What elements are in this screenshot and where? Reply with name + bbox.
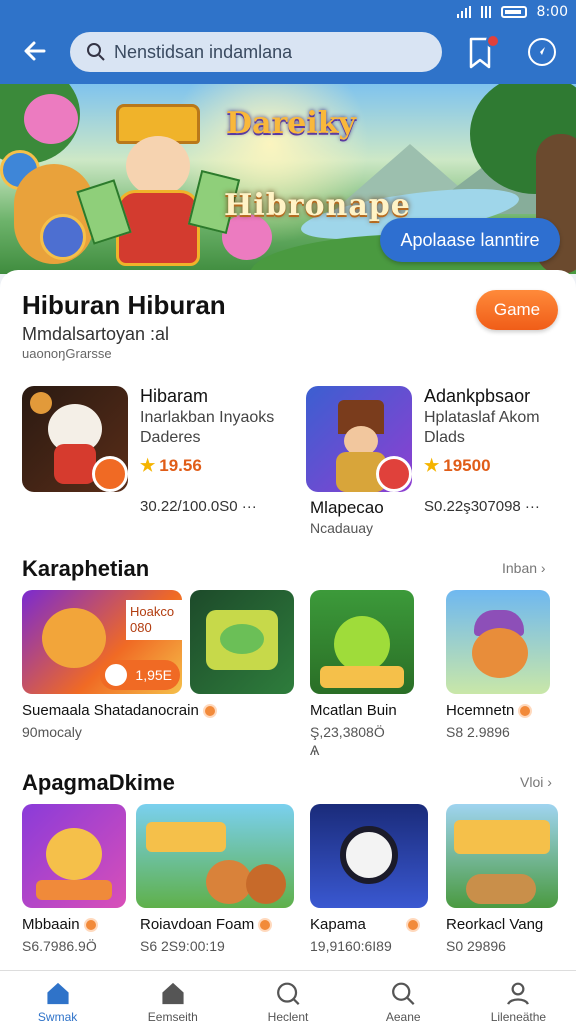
- featured-app-desc: Hplataslaf Akom: [424, 409, 540, 426]
- game-filter-button[interactable]: Game: [476, 290, 558, 330]
- game-tile-price: S8 2.9896: [446, 724, 510, 740]
- search-input[interactable]: Nenstidsan indamlana: [70, 32, 442, 72]
- back-button[interactable]: [18, 34, 52, 68]
- notification-dot: [486, 34, 500, 48]
- nav-item-home[interactable]: Swmak: [0, 971, 115, 1024]
- nav-item-label: Lileneäthe: [490, 1010, 547, 1024]
- featured-app-desc: Inarlakban Inyaoks: [140, 409, 275, 426]
- search-text: Nenstidsan indamlana: [114, 41, 293, 62]
- nav-item-search[interactable]: Heclent: [230, 971, 345, 1024]
- pink-creature-image: [24, 94, 78, 144]
- nav-item-label: Swmak: [37, 1010, 78, 1024]
- game-tile-price: S0 29896: [446, 938, 506, 954]
- game-tile-name: Kapama: [310, 916, 420, 933]
- game-tile-name: Hcemnetn: [446, 702, 533, 719]
- section-title: Hiburan Hiburan: [22, 290, 226, 320]
- nav-item-browse[interactable]: Eemseith: [115, 971, 230, 1024]
- game-tile-name: Reorkacl Vang: [446, 916, 544, 933]
- badge-icon: [202, 704, 217, 719]
- search-icon: [87, 43, 105, 61]
- game-tile-name: Mcatlan Buin: [310, 702, 397, 719]
- explore-button[interactable]: [528, 38, 556, 66]
- featured-app-name[interactable]: Hibaram: [140, 386, 208, 407]
- signal-icon: [456, 6, 471, 18]
- app-badge-icon: [92, 456, 128, 492]
- bookmark-button[interactable]: [466, 34, 500, 70]
- game-tile[interactable]: [310, 590, 414, 694]
- game-tile-price: 19,9160:6I89: [310, 938, 392, 954]
- promo-tag: 1,95E: [100, 660, 180, 690]
- game-tile-price: Ş,23,3808Ö: [310, 724, 385, 740]
- badge-icon: [518, 704, 533, 719]
- featured-app-rating: ★ 19.56: [140, 456, 202, 475]
- badge-icon: [83, 918, 98, 933]
- game-tile-price-extra: Ѧ: [310, 742, 320, 758]
- row-title: Karaphetian: [22, 556, 150, 581]
- user-icon: [507, 982, 530, 1005]
- home-outline-icon: [162, 982, 184, 1005]
- game-tile-name: Suemaala Shatadanocrain: [22, 702, 217, 719]
- game-tile[interactable]: [190, 590, 294, 694]
- hero-logo: Hibronape: [224, 188, 411, 223]
- nav-item-label: Aeane: [385, 1010, 421, 1024]
- star-icon: ★: [140, 456, 156, 475]
- see-more-link[interactable]: Vloi ›: [520, 774, 552, 790]
- content-sheet: Hiburan Hiburan Mmdalsartoyan :al uaonoŋ…: [0, 270, 576, 970]
- hero-banner[interactable]: Dareiky Hibronape Apolaase lanntire: [0, 84, 576, 274]
- see-more-link[interactable]: Inban ›: [502, 560, 546, 576]
- featured-app-name[interactable]: Adankpbsaor: [424, 386, 530, 407]
- featured-app-desc: Dlads: [424, 429, 465, 446]
- nav-item-profile[interactable]: Lileneäthe: [461, 971, 576, 1024]
- compass-icon: [540, 47, 545, 55]
- arrow-left-icon: [24, 41, 46, 61]
- status-bar: 8:00: [456, 4, 568, 20]
- game-tile[interactable]: [22, 804, 126, 908]
- game-tile-price: 90mocaly: [22, 724, 82, 740]
- game-tile-price: S6.7986.9Ö: [22, 938, 97, 954]
- row-title: ApagmaDkime: [22, 770, 175, 795]
- badge-icon: [258, 918, 273, 933]
- hero-logo-top: Dareiky: [226, 106, 356, 141]
- badge-icon: [405, 918, 420, 933]
- app-badge-icon: [376, 456, 412, 492]
- game-tile[interactable]: [310, 804, 428, 908]
- nav-item-label: Eemseith: [147, 1010, 198, 1024]
- game-tile[interactable]: [446, 804, 558, 908]
- coin-icon: [40, 214, 86, 260]
- nav-item-discover[interactable]: Aeane: [346, 971, 461, 1024]
- featured-app-desc: Daderes: [140, 429, 201, 446]
- search-icon: [392, 982, 415, 1006]
- featured-app-rating: ★ 19500: [424, 456, 491, 475]
- section-caption: uaonoŋGrarsse: [22, 346, 112, 361]
- battery-icon: [500, 6, 527, 18]
- featured-app-price: 30.22/100.0S0 ···: [140, 498, 257, 515]
- search-icon: [277, 982, 300, 1006]
- hero-cta-button[interactable]: Apolaase lanntire: [380, 218, 560, 262]
- promo-label: Hoakco 080: [126, 600, 182, 640]
- game-tile-name: Roiavdoan Foam: [140, 916, 273, 933]
- featured-app-price: S0.22ş307098 ···: [424, 498, 540, 515]
- game-tile-name: Mbbaain: [22, 916, 98, 933]
- wifi-signal-icon: [480, 6, 491, 18]
- featured-app-subname: Mlapecao: [310, 498, 384, 517]
- home-icon: [47, 982, 69, 1005]
- game-tile[interactable]: [446, 590, 550, 694]
- bottom-navigation: Swmak Eemseith Heclent Aeane Lileneäthe: [0, 970, 576, 1024]
- featured-app-caption: Ncadauay: [310, 520, 374, 536]
- nav-item-label: Heclent: [267, 1010, 309, 1024]
- king-character-image: [76, 104, 241, 266]
- game-tile-price: S6 2S9:00:19: [140, 938, 225, 954]
- top-app-bar: 8:00 Nenstidsan indamlana: [0, 0, 576, 84]
- status-time: 8:00: [536, 4, 568, 20]
- section-subtitle: Mmdalsartoyan :al: [22, 324, 170, 344]
- star-icon: ★: [424, 456, 440, 475]
- game-tile[interactable]: [136, 804, 294, 908]
